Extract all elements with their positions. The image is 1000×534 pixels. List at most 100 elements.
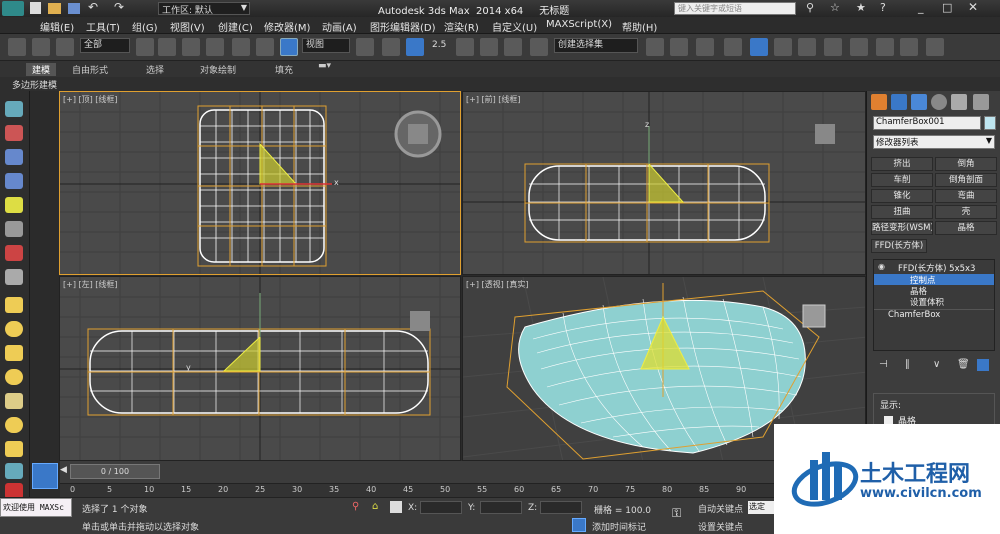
light-bulb-icon[interactable]: ◉	[878, 262, 885, 271]
box-icon[interactable]	[5, 297, 23, 313]
new-file-icon[interactable]	[30, 2, 41, 14]
stack-item-chamferbox[interactable]: ChamferBox	[874, 309, 994, 320]
prev-frame-icon[interactable]: ◀	[60, 465, 67, 475]
select-manipulate-icon[interactable]	[382, 38, 400, 56]
tab-freeform[interactable]: 自由形式	[72, 63, 108, 76]
display-tab-icon[interactable]	[951, 94, 967, 110]
menu-customize[interactable]: 自定义(U)	[492, 19, 537, 34]
search-input[interactable]: 键入关键字或短语	[674, 2, 796, 15]
snap-toggle-icon[interactable]: 2.5	[432, 40, 446, 50]
shell-button[interactable]: 壳	[935, 205, 997, 219]
menu-edit[interactable]: 编辑(E)	[40, 19, 74, 34]
align-icon[interactable]	[670, 38, 688, 56]
add-time-tag[interactable]: 添加时间标记	[592, 520, 646, 533]
mirror-icon[interactable]	[646, 38, 664, 56]
close-icon[interactable]: ✕	[968, 0, 978, 14]
viewport-top-label[interactable]: [+] [顶] [线框]	[63, 94, 118, 105]
menu-create[interactable]: 创建(C)	[218, 19, 253, 34]
pin-stack-icon[interactable]: ⊣	[879, 359, 888, 370]
track-bar[interactable]: 0 5 10 15 20 25 30 35 40 45 50 55 60 65 70 75 80 85 90	[60, 483, 866, 497]
maxscript-listener[interactable]: 欢迎使用 MAXSc	[0, 498, 72, 517]
tube-icon[interactable]	[5, 441, 23, 457]
percent-snap-icon[interactable]	[480, 38, 498, 56]
y-coordinate-field[interactable]	[480, 501, 522, 514]
taper-button[interactable]: 锥化	[871, 189, 933, 203]
configure-sets-icon[interactable]	[977, 359, 989, 371]
stack-item-lattice[interactable]: 晶格	[874, 285, 994, 297]
light-bulb-icon[interactable]	[5, 197, 23, 213]
bend-button[interactable]: 弯曲	[935, 189, 997, 203]
angle-snap-icon[interactable]	[456, 38, 474, 56]
help-icon[interactable]: ?	[880, 1, 886, 14]
workspace-dropdown[interactable]: 工作区: 默认 ▼	[158, 2, 250, 16]
subscription-icon[interactable]: ☆	[830, 1, 840, 14]
make-unique-icon[interactable]: ∨	[933, 359, 940, 370]
rotate-icon[interactable]	[256, 38, 274, 56]
lathe-button[interactable]: 车削	[871, 173, 933, 187]
viewport-perspective-label[interactable]: [+] [透视] [真实]	[466, 279, 529, 290]
viewport-layout-icon[interactable]	[32, 463, 58, 489]
layers-icon[interactable]	[5, 149, 23, 165]
named-selection-dropdown[interactable]: 创建选择集	[554, 38, 638, 53]
rect-selection-icon[interactable]	[182, 38, 200, 56]
render-setup-icon[interactable]	[850, 38, 868, 56]
redo-icon[interactable]: ↷	[114, 0, 124, 14]
hierarchy-tab-icon[interactable]	[911, 94, 927, 110]
pin-icon[interactable]: ⚲	[352, 501, 359, 512]
move-icon[interactable]	[232, 38, 250, 56]
add-time-tag-icon[interactable]	[572, 518, 586, 532]
lock-icon[interactable]: ⌂	[372, 501, 378, 512]
set-key-button[interactable]: 设置关键点	[698, 520, 743, 533]
open-file-icon[interactable]	[48, 3, 61, 14]
bevel-profile-button[interactable]: 倒角剖面	[935, 173, 997, 187]
render-teapot-icon[interactable]	[900, 38, 918, 56]
x-coordinate-field[interactable]	[420, 501, 462, 514]
menu-modifiers[interactable]: 修改器(M)	[264, 19, 310, 34]
keyboard-shortcut-icon[interactable]	[406, 38, 424, 56]
ribbon-options-icon[interactable]: ▬▾	[318, 61, 331, 71]
remove-modifier-icon[interactable]: 🗑	[957, 359, 970, 370]
viewport-left-label[interactable]: [+] [左] [线框]	[63, 279, 118, 290]
menu-maxscript[interactable]: MAXScript(X)	[546, 19, 612, 30]
modify-tab-icon[interactable]	[891, 94, 907, 110]
edit-named-selection-icon[interactable]	[530, 38, 548, 56]
unlink-icon[interactable]	[32, 38, 50, 56]
cylinder-icon[interactable]	[5, 345, 23, 361]
viewport-front[interactable]: [+] [前] [线框] z	[462, 91, 866, 275]
sphere-icon[interactable]	[5, 321, 23, 337]
reference-coordinate-dropdown[interactable]: 视图	[302, 38, 350, 53]
spacewarp-icon[interactable]	[5, 269, 23, 285]
select-object-icon[interactable]	[136, 38, 154, 56]
binoculars-icon[interactable]: ⚲	[806, 1, 814, 14]
create-tab-icon[interactable]	[871, 94, 887, 110]
rendered-frame-icon[interactable]	[876, 38, 894, 56]
helper-icon[interactable]	[5, 245, 23, 261]
scale-icon[interactable]	[280, 38, 298, 56]
undo-icon[interactable]: ↶	[88, 0, 98, 14]
motion-tab-icon[interactable]	[931, 94, 947, 110]
viewport-left[interactable]: [+] [左] [线框] y	[59, 276, 461, 461]
utilities-tab-icon[interactable]	[973, 94, 989, 110]
display-rollout-title[interactable]: 显示:	[880, 398, 901, 411]
layer-manager-icon[interactable]	[724, 38, 742, 56]
modifier-list-dropdown[interactable]: 修改器列表 ▼	[873, 135, 995, 149]
ffd-box-button[interactable]: FFD(长方体)	[871, 239, 927, 253]
torus-icon[interactable]	[5, 369, 23, 385]
menu-rendering[interactable]: 渲染(R)	[444, 19, 479, 34]
menu-group[interactable]: 组(G)	[132, 19, 158, 34]
menu-animation[interactable]: 动画(A)	[322, 19, 357, 34]
key-icon[interactable]: ⚿	[672, 506, 681, 521]
object-color-swatch[interactable]	[984, 116, 996, 130]
material-editor-icon[interactable]	[824, 38, 842, 56]
auto-key-button[interactable]: 自动关键点	[698, 502, 743, 515]
path-deform-button[interactable]: 路径变形(WSM)	[871, 221, 933, 235]
lattice-button[interactable]: 晶格	[935, 221, 997, 235]
pivot-center-icon[interactable]	[356, 38, 374, 56]
object-name-field[interactable]: ChamferBox001	[873, 116, 981, 130]
favorites-icon[interactable]: ★	[856, 1, 866, 14]
viewport-front-label[interactable]: [+] [前] [线框]	[466, 94, 521, 105]
tab-populate[interactable]: 填充	[275, 63, 293, 76]
bind-spacewarp-icon[interactable]	[56, 38, 74, 56]
selected-dropdown[interactable]: 选定	[748, 501, 774, 514]
polygon-modeling-label[interactable]: 多边形建模	[12, 78, 57, 91]
